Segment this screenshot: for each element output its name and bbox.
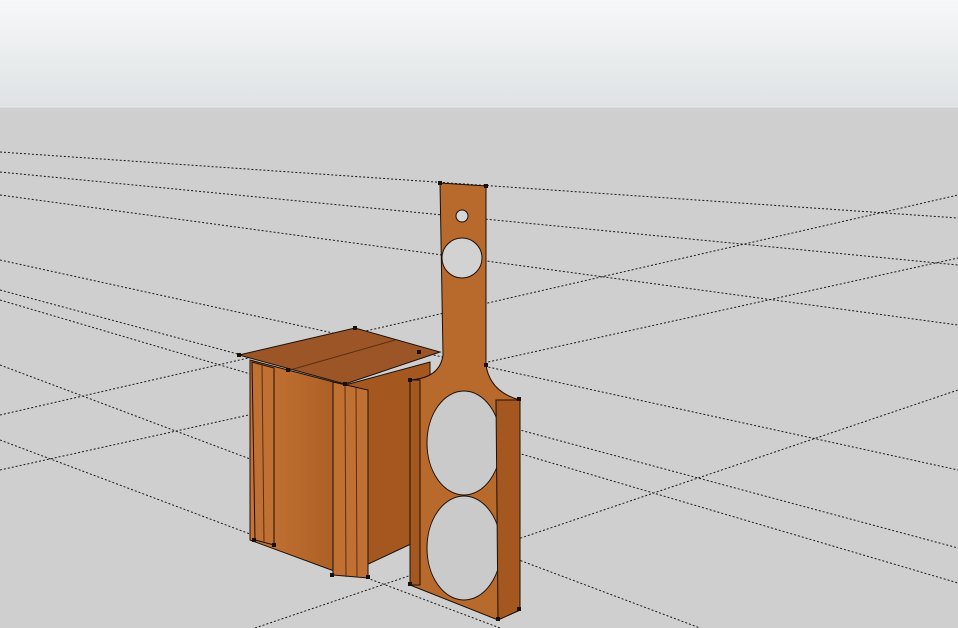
upper-round-hole bbox=[441, 237, 483, 279]
lower-round-hole bbox=[426, 495, 502, 601]
modeling-viewport[interactable] bbox=[0, 0, 958, 628]
front-right-leg[interactable] bbox=[332, 381, 369, 579]
middle-round-hole bbox=[426, 390, 502, 496]
3d-scene[interactable] bbox=[0, 0, 958, 628]
backrest-left-edge[interactable] bbox=[409, 379, 421, 586]
sky bbox=[0, 0, 958, 107]
backrest-front-edge[interactable] bbox=[495, 399, 521, 621]
small-round-hole bbox=[455, 209, 469, 223]
